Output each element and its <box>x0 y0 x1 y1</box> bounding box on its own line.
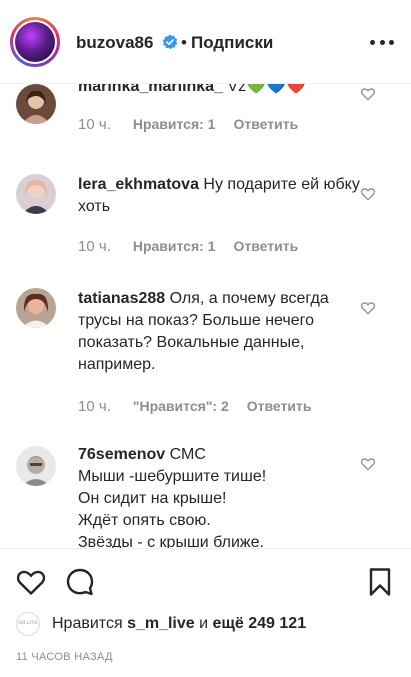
post-header: buzova86 • Подписки <box>0 0 411 84</box>
bookmark-icon[interactable] <box>364 566 396 598</box>
comment-body: Vz💚💙❤️ <box>222 84 306 95</box>
liker-username[interactable]: s_m_live <box>127 615 195 632</box>
comment-username[interactable]: tatianas288 <box>78 290 165 307</box>
header-separator: • <box>181 33 187 52</box>
likes-connector: и <box>199 615 209 632</box>
comment-username[interactable]: lera_ekhmatova <box>78 176 199 193</box>
comment-line: Мыши -шебуршите тише! <box>78 468 267 485</box>
post-timestamp[interactable]: 11 ЧАСОВ НАЗАД <box>16 651 113 663</box>
reply-button[interactable]: Ответить <box>233 116 298 132</box>
comment-time[interactable]: 10 ч. <box>78 398 111 415</box>
comment-text: lera_ekhmatova Ну подарите ей юбку хоть <box>78 174 362 218</box>
comment-line: Ждёт опять свою. <box>78 512 211 529</box>
actions-divider <box>0 548 411 549</box>
heart-outline-icon[interactable] <box>360 186 376 202</box>
comment-meta: 10 ч. "Нравится": 2 Ответить <box>78 398 311 415</box>
following-button[interactable]: Подписки <box>191 33 273 53</box>
comment-line: 76semenov СМС <box>78 444 362 466</box>
comment-avatar[interactable] <box>16 174 56 214</box>
comment-time[interactable]: 10 ч. <box>78 116 111 133</box>
heart-outline-icon[interactable] <box>360 456 376 472</box>
comment-likes[interactable]: "Нравится": 2 <box>133 398 229 414</box>
comment-avatar[interactable] <box>16 446 56 486</box>
comments-list: marinka_mariinka_ Vz💚💙❤️ 10 ч. Нравится: … <box>0 84 411 548</box>
reply-button[interactable]: Ответить <box>247 398 312 414</box>
comment-text: 76semenov СМС Мыши -шебуршите тише! Он с… <box>78 444 362 548</box>
comment-likes[interactable]: Нравится: 1 <box>133 116 216 132</box>
comment-username[interactable]: 76semenov <box>78 446 165 463</box>
likes-text: Нравится s_m_live и ещё 249 121 <box>52 615 306 633</box>
reply-button[interactable]: Ответить <box>233 238 298 254</box>
comment-time[interactable]: 10 ч. <box>78 238 111 255</box>
heart-outline-icon[interactable] <box>360 86 376 102</box>
comment-body: СМС <box>165 446 206 463</box>
comment-text: tatianas288 Оля, а почему всегда трусы н… <box>78 288 362 376</box>
verified-badge-icon <box>162 34 178 50</box>
comment-avatar[interactable] <box>16 84 56 124</box>
comment-line: Звёзды - с крыши ближе. <box>78 534 264 548</box>
comment-username[interactable]: marinka_mariinka_ <box>78 84 223 95</box>
comment-text: marinka_mariinka_ Vz💚💙❤️ <box>78 84 362 98</box>
likes-summary: SM LIVE Нравится s_m_live и ещё 249 121 <box>16 612 396 636</box>
likes-prefix: Нравится <box>52 615 123 632</box>
profile-avatar[interactable] <box>10 17 60 67</box>
comment-line: Он сидит на крыше! <box>78 490 227 507</box>
comment-likes[interactable]: Нравится: 1 <box>133 238 216 254</box>
comment-avatar[interactable] <box>16 288 56 328</box>
comment-meta: 10 ч. Нравится: 1 Ответить <box>78 238 298 255</box>
more-options-icon[interactable] <box>370 40 394 46</box>
heart-outline-icon[interactable] <box>15 566 47 598</box>
avatar-image <box>15 22 55 62</box>
liker-avatar[interactable]: SM LIVE <box>16 612 40 636</box>
likes-count-link[interactable]: ещё 249 121 <box>213 615 307 632</box>
comment-bubble-icon[interactable] <box>64 566 96 598</box>
heart-outline-icon[interactable] <box>360 300 376 316</box>
comment-meta: 10 ч. Нравится: 1 Ответить <box>78 116 298 133</box>
header-username[interactable]: buzova86 <box>76 33 153 53</box>
